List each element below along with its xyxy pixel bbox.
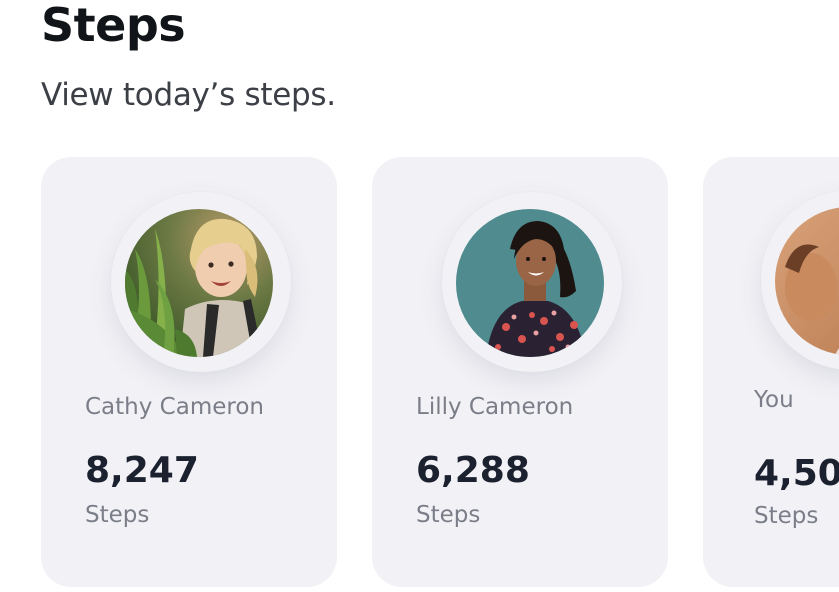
avatar-photo-woman	[456, 209, 604, 357]
person-name: Lilly Cameron	[416, 394, 574, 420]
avatar	[125, 209, 273, 357]
avatar-ring	[111, 192, 291, 372]
step-unit-label: Steps	[754, 503, 819, 529]
avatar	[775, 207, 839, 355]
step-unit-label: Steps	[85, 502, 150, 528]
step-card-you[interactable]: You 4,502 Steps	[703, 157, 839, 587]
step-count: 6,288	[416, 450, 530, 491]
avatar-ring	[442, 192, 622, 372]
step-count: 4,502	[754, 453, 839, 494]
steps-screen: Steps View today’s steps. Cathy Cameron …	[0, 0, 839, 592]
avatar	[456, 209, 604, 357]
step-count: 8,247	[85, 450, 199, 491]
avatar-photo-child	[125, 209, 273, 357]
page-title: Steps	[41, 0, 186, 52]
avatar-ring	[761, 190, 839, 370]
person-name: You	[754, 387, 794, 413]
step-card-lilly-cameron[interactable]: Lilly Cameron 6,288 Steps	[372, 157, 668, 587]
step-card-cathy-cameron[interactable]: Cathy Cameron 8,247 Steps	[41, 157, 337, 587]
step-unit-label: Steps	[416, 502, 481, 528]
avatar-photo-man	[775, 207, 839, 355]
person-name: Cathy Cameron	[85, 394, 264, 420]
page-subtitle: View today’s steps.	[41, 77, 336, 113]
